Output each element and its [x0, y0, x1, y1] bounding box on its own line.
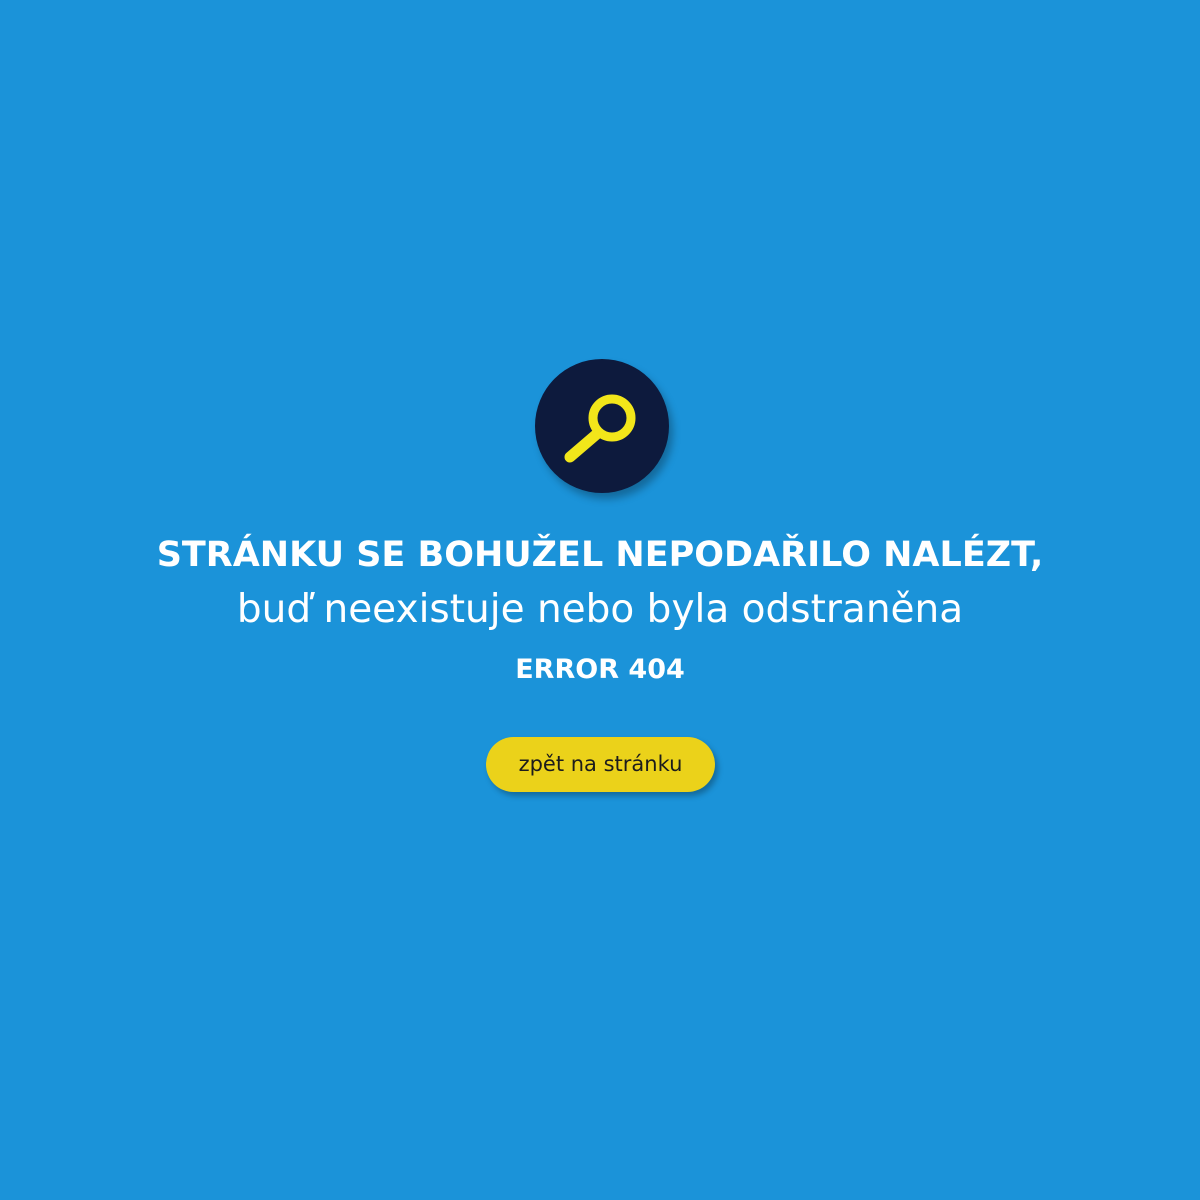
back-to-site-button[interactable]: zpět na stránku — [486, 737, 715, 792]
page-subtitle: buď neexistuje nebo byla odstraněna — [236, 587, 964, 632]
page-title: STRÁNKU SE BOHUŽEL NEPODAŘILO NALÉZT, — [156, 535, 1044, 575]
search-badge — [535, 359, 669, 493]
search-icon — [564, 394, 636, 463]
error-404-page: STRÁNKU SE BOHUŽEL NEPODAŘILO NALÉZT, bu… — [0, 0, 1200, 1200]
error-code-label: ERROR 404 — [515, 654, 685, 685]
